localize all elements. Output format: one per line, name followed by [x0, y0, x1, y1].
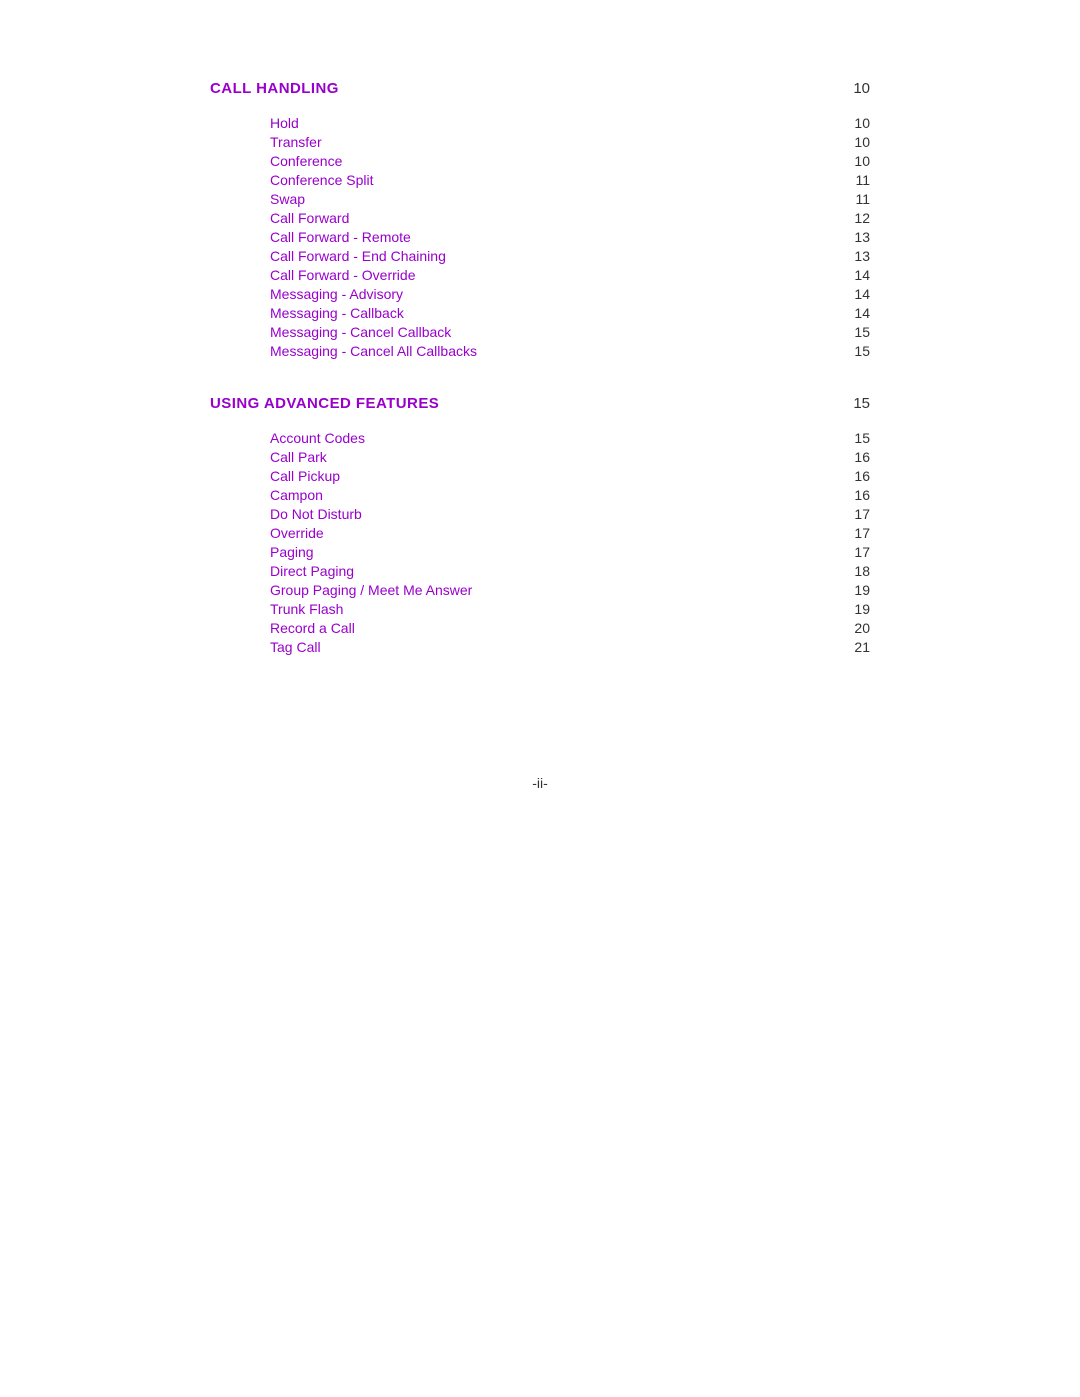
toc-entry-label: Messaging - Advisory	[270, 286, 403, 302]
toc-entry-page: 13	[854, 229, 870, 245]
section-title-using-advanced-features: USING ADVANCED FEATURES	[210, 395, 439, 412]
toc-container: CALL HANDLING10Hold10Transfer10Conferenc…	[210, 80, 870, 655]
toc-entry-page: 11	[855, 172, 870, 188]
toc-entry: Call Forward - End Chaining 13	[270, 248, 870, 264]
toc-entry-page: 20	[854, 620, 870, 636]
toc-entry-page: 21	[854, 639, 870, 655]
toc-entry: Messaging - Cancel Callback 15	[270, 324, 870, 340]
toc-entry-label: Call Forward - Remote	[270, 229, 411, 245]
toc-entry-label: Tag Call	[270, 639, 321, 655]
toc-entry-page: 16	[854, 487, 870, 503]
toc-entry: Record a Call 20	[270, 620, 870, 636]
toc-entry-page: 10	[854, 134, 870, 150]
toc-entry-label: Messaging - Cancel All Callbacks	[270, 343, 477, 359]
toc-entries-call-handling: Hold 10 Transfer 10 Conference 10 Conference S…	[210, 115, 870, 359]
toc-entry-page: 15	[854, 430, 870, 446]
toc-entry-label: Call Pickup	[270, 468, 340, 484]
toc-entry-page: 14	[854, 305, 870, 321]
toc-entry-label: Group Paging / Meet Me Answer	[270, 582, 472, 598]
toc-entry-page: 10	[854, 115, 870, 131]
footer: -ii-	[210, 775, 870, 791]
toc-entry: Messaging - Callback 14	[270, 305, 870, 321]
toc-entry-page: 16	[854, 449, 870, 465]
toc-entry-label: Call Forward - Override	[270, 267, 415, 283]
toc-entry-label: Do Not Disturb	[270, 506, 362, 522]
toc-entry-label: Campon	[270, 487, 323, 503]
toc-entry: Call Forward 12	[270, 210, 870, 226]
toc-entry: Transfer 10	[270, 134, 870, 150]
toc-entry: Messaging - Advisory 14	[270, 286, 870, 302]
toc-entry: Trunk Flash 19	[270, 601, 870, 617]
toc-entry: Conference Split 11	[270, 172, 870, 188]
toc-entry: Call Forward - Remote 13	[270, 229, 870, 245]
page: CALL HANDLING10Hold10Transfer10Conferenc…	[150, 0, 930, 871]
toc-entry-page: 19	[854, 601, 870, 617]
toc-entry-page: 10	[854, 153, 870, 169]
toc-entry-label: Call Forward	[270, 210, 349, 226]
toc-entry: Conference 10	[270, 153, 870, 169]
toc-entry-label: Trunk Flash	[270, 601, 343, 617]
toc-entry-label: Hold	[270, 115, 299, 131]
toc-entry: Account Codes 15	[270, 430, 870, 446]
toc-entry: Group Paging / Meet Me Answer 19	[270, 582, 870, 598]
toc-entry-page: 15	[854, 324, 870, 340]
toc-entry: Call Park 16	[270, 449, 870, 465]
toc-entry-label: Record a Call	[270, 620, 355, 636]
toc-entry: Call Pickup 16	[270, 468, 870, 484]
toc-entry: Call Forward - Override 14	[270, 267, 870, 283]
toc-entry-page: 13	[854, 248, 870, 264]
toc-entry-page: 14	[854, 286, 870, 302]
toc-entry: Tag Call 21	[270, 639, 870, 655]
toc-entry-label: Transfer	[270, 134, 322, 150]
toc-entry-page: 14	[854, 267, 870, 283]
toc-entry-label: Account Codes	[270, 430, 365, 446]
toc-entries-using-advanced-features: Account Codes15Call Park16Call Pickup16C…	[210, 430, 870, 655]
section-page-call-handling: 10	[853, 80, 870, 97]
footer-text: -ii-	[532, 775, 548, 791]
toc-entry-label: Messaging - Cancel Callback	[270, 324, 451, 340]
toc-entry-label: Call Forward - End Chaining	[270, 248, 446, 264]
toc-entry-page: 17	[854, 544, 870, 560]
toc-entry-page: 16	[854, 468, 870, 484]
toc-entry: Campon 16	[270, 487, 870, 503]
toc-entry-label: Messaging - Callback	[270, 305, 404, 321]
toc-entry: Swap 11	[270, 191, 870, 207]
toc-entry-label: Swap	[270, 191, 305, 207]
toc-entry: Messaging - Cancel All Callbacks 15	[270, 343, 870, 359]
toc-entry-page: 18	[854, 563, 870, 579]
toc-entry: Do Not Disturb 17	[270, 506, 870, 522]
toc-entry-page: 15	[854, 343, 870, 359]
toc-entry-label: Call Park	[270, 449, 327, 465]
toc-entry: Paging 17	[270, 544, 870, 560]
section-page-using-advanced-features: 15	[853, 395, 870, 412]
toc-entry-label: Conference Split	[270, 172, 374, 188]
toc-entry-label: Paging	[270, 544, 314, 560]
toc-entry-page: 17	[854, 525, 870, 541]
toc-entry-label: Direct Paging	[270, 563, 354, 579]
section-title-call-handling: CALL HANDLING	[210, 80, 339, 97]
toc-entry: Hold 10	[270, 115, 870, 131]
toc-entry-page: 12	[854, 210, 870, 226]
toc-entry-label: Override	[270, 525, 324, 541]
toc-entry: Override 17	[270, 525, 870, 541]
toc-entry-page: 11	[855, 191, 870, 207]
toc-entry: Direct Paging 18	[270, 563, 870, 579]
section-header-using-advanced-features: USING ADVANCED FEATURES 15	[210, 395, 870, 412]
section-header-call-handling: CALL HANDLING 10	[210, 80, 870, 97]
toc-entry-page: 17	[854, 506, 870, 522]
toc-entry-label: Conference	[270, 153, 342, 169]
toc-entry-page: 19	[854, 582, 870, 598]
